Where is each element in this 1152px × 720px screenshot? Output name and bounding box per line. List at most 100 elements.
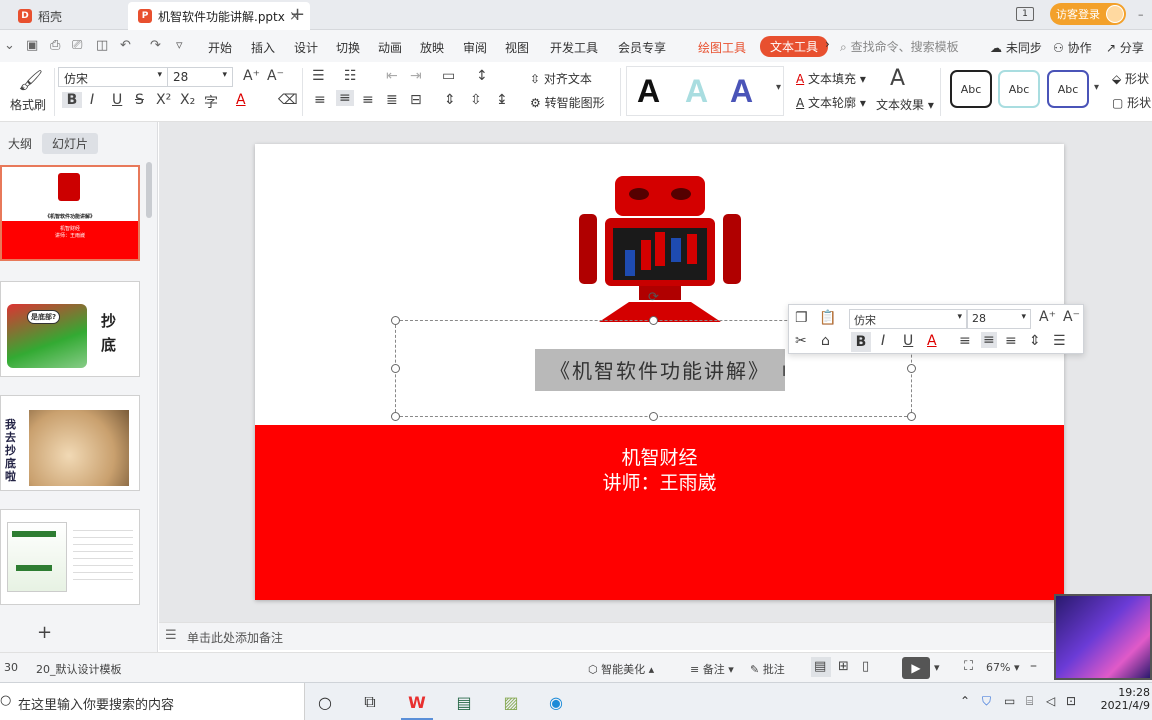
slide-thumbnail-3[interactable]: 我去抄底啦 xyxy=(0,395,140,491)
window-count-icon[interactable]: 1 xyxy=(1016,7,1034,21)
numbered-list-icon[interactable]: ☷ xyxy=(344,68,357,84)
resize-handle-w[interactable] xyxy=(391,364,400,373)
text-fill-button[interactable]: A 文本填充 ▾ xyxy=(796,70,866,87)
format-painter-label[interactable]: 格式刷 xyxy=(10,96,46,113)
command-search[interactable]: ⌕ 查找命令、搜索模板 xyxy=(840,38,959,55)
format-brush-icon[interactable]: ⌂ xyxy=(821,333,830,349)
menu-transition[interactable]: 切换 xyxy=(336,39,360,56)
shape-style-2[interactable]: Abc xyxy=(998,70,1040,108)
notes-placeholder[interactable]: 单击此处添加备注 xyxy=(187,629,283,646)
align-center-icon[interactable]: ≡ xyxy=(336,90,354,106)
notes-bar[interactable]: ☰ 单击此处添加备注 xyxy=(159,622,1152,650)
zoom-out-icon[interactable]: – xyxy=(1030,658,1037,674)
resize-handle-n[interactable] xyxy=(649,316,658,325)
stock-app-icon[interactable]: ▤ xyxy=(451,689,477,715)
input-method-icon[interactable]: ⊡ xyxy=(1066,694,1076,708)
text-effect-button[interactable]: 文本效果 ▾ xyxy=(876,96,934,113)
shape-outline-button[interactable]: ▢ 形状 xyxy=(1112,94,1151,111)
shape-style-1[interactable]: Abc xyxy=(950,70,992,108)
phonetic-icon[interactable]: 字 xyxy=(204,92,218,112)
subscript-icon[interactable]: X₂ xyxy=(180,92,195,108)
slide[interactable]: ⟳ 《机智软件功能讲解》 I 机智财经 讲师：王雨崴 xyxy=(255,144,1064,600)
menu-animation[interactable]: 动画 xyxy=(378,39,402,56)
edge-browser-icon[interactable]: ◉ xyxy=(543,689,569,715)
system-clock[interactable]: 19:28 2021/4/9 xyxy=(1100,686,1150,712)
bold-icon[interactable]: B xyxy=(62,92,82,108)
normal-view-icon[interactable]: ▤ xyxy=(814,659,826,674)
mini-font-color-icon[interactable]: A xyxy=(927,333,937,349)
slide-title[interactable]: 《机智软件功能讲解》 xyxy=(535,355,785,384)
collab-button[interactable]: ⚇ 协作 xyxy=(1053,39,1092,56)
tab-document[interactable]: P 机智软件功能讲解.pptx × xyxy=(128,2,310,30)
text-effect-icon[interactable]: A xyxy=(890,66,905,91)
distribute-icon[interactable]: ⊟ xyxy=(410,92,422,108)
mini-italic-icon[interactable]: I xyxy=(881,333,885,349)
underline-icon[interactable]: U xyxy=(112,92,122,108)
align-text-button[interactable]: ⇳ 对齐文本 xyxy=(530,70,592,87)
mini-align-center-icon[interactable]: ≡ xyxy=(981,332,997,348)
brush-icon[interactable]: 🖌 xyxy=(18,68,43,92)
slide-thumbnail-1[interactable]: 《机智软件功能讲解》 机智财经 讲师：王雨崴 xyxy=(0,165,140,261)
rotate-handle-icon[interactable]: ⟳ xyxy=(648,290,659,305)
line-spacing-2-icon[interactable]: ⇳ xyxy=(470,92,482,108)
mini-list-icon[interactable]: ☰ xyxy=(1053,333,1066,349)
slide-subtitle-line1[interactable]: 机智财经 xyxy=(255,443,1064,470)
mini-font-grow-icon[interactable]: A⁺ xyxy=(1039,309,1056,325)
bullet-list-icon[interactable]: ☰ xyxy=(312,68,325,84)
add-tab-icon[interactable]: + xyxy=(290,4,305,25)
smart-shape-button[interactable]: ⚙ 转智能图形 xyxy=(530,94,605,111)
justify-icon[interactable]: ≣ xyxy=(386,92,398,108)
share-button[interactable]: ↗ 分享 xyxy=(1106,39,1144,56)
customize-icon[interactable]: ▿ xyxy=(176,38,183,53)
menu-member[interactable]: 会员专享 xyxy=(618,39,666,56)
text-direction-icon[interactable]: ▭ xyxy=(442,68,455,84)
resize-handle-e[interactable] xyxy=(907,364,916,373)
align-right-icon[interactable]: ≡ xyxy=(362,92,374,108)
zoom-options-icon[interactable]: ▾ xyxy=(1014,661,1020,674)
italic-icon[interactable]: I xyxy=(90,92,94,108)
line-spacing-icon[interactable]: ↕ xyxy=(476,68,488,84)
tab-home[interactable]: D 稻壳 xyxy=(8,2,126,30)
sync-button[interactable]: ☁ 未同步 xyxy=(990,39,1042,56)
chevron-right-icon[interactable]: › xyxy=(825,37,830,51)
font-color-icon[interactable]: A xyxy=(236,92,246,108)
text-outline-button[interactable]: A 文本轮廓 ▾ xyxy=(796,94,866,111)
task-view-icon[interactable]: ⧉ xyxy=(357,689,383,715)
decrease-indent-icon[interactable]: ⇤ xyxy=(386,68,398,84)
gallery-more-icon[interactable]: ▾ xyxy=(776,82,781,93)
tab-slides[interactable]: 幻灯片 xyxy=(42,133,99,154)
preview-icon[interactable]: ◫ xyxy=(96,38,108,53)
spacing-menu-icon[interactable]: ↨ xyxy=(496,92,508,108)
network-icon[interactable]: ⌸ xyxy=(1026,694,1033,709)
paragraph-spacing-icon[interactable]: ⇕ xyxy=(444,92,456,108)
wordart-style-teal[interactable]: A xyxy=(685,73,708,110)
output-icon[interactable]: ⎙ xyxy=(50,38,60,53)
align-left-icon[interactable]: ≡ xyxy=(314,92,326,108)
superscript-icon[interactable]: X² xyxy=(156,92,171,108)
slide-sorter-icon[interactable]: ⊞ xyxy=(838,659,849,674)
font-size-select[interactable]: 28 ▾ xyxy=(167,67,233,87)
strikethrough-icon[interactable]: S xyxy=(135,92,144,108)
notes-toggle-button[interactable]: ≡ 备注 ▾ xyxy=(690,661,734,677)
add-slide-icon[interactable]: + xyxy=(37,622,52,643)
mini-align-right-icon[interactable]: ≡ xyxy=(1005,333,1017,349)
shape-gallery-more-icon[interactable]: ▾ xyxy=(1094,82,1099,93)
mini-bold-icon[interactable]: B xyxy=(851,332,871,352)
slide-subtitle-line2[interactable]: 讲师：王雨崴 xyxy=(255,468,1064,495)
menu-slideshow[interactable]: 放映 xyxy=(420,39,444,56)
wordart-style-blue[interactable]: A xyxy=(730,73,753,110)
taskbar-search[interactable]: ○ 在这里输入你要搜索的内容 xyxy=(0,683,305,720)
battery-icon[interactable]: ▭ xyxy=(1004,694,1015,708)
volume-icon[interactable]: ◁ xyxy=(1046,694,1055,708)
wordart-style-black[interactable]: A xyxy=(637,73,660,110)
cortana-icon[interactable]: ○ xyxy=(312,689,338,715)
mini-align-left-icon[interactable]: ≡ xyxy=(959,333,971,349)
menu-review[interactable]: 审阅 xyxy=(463,39,487,56)
mini-font-size-select[interactable]: 28 ▾ xyxy=(967,309,1031,329)
menu-insert[interactable]: 插入 xyxy=(251,39,275,56)
mini-font-name-select[interactable]: 仿宋 ▾ xyxy=(849,309,967,329)
desktop-widget-image[interactable] xyxy=(1054,594,1152,680)
fit-window-icon[interactable]: ⛶ xyxy=(964,659,973,674)
undo-icon[interactable]: ↶ xyxy=(120,38,131,53)
font-shrink-icon[interactable]: A⁻ xyxy=(267,68,284,84)
